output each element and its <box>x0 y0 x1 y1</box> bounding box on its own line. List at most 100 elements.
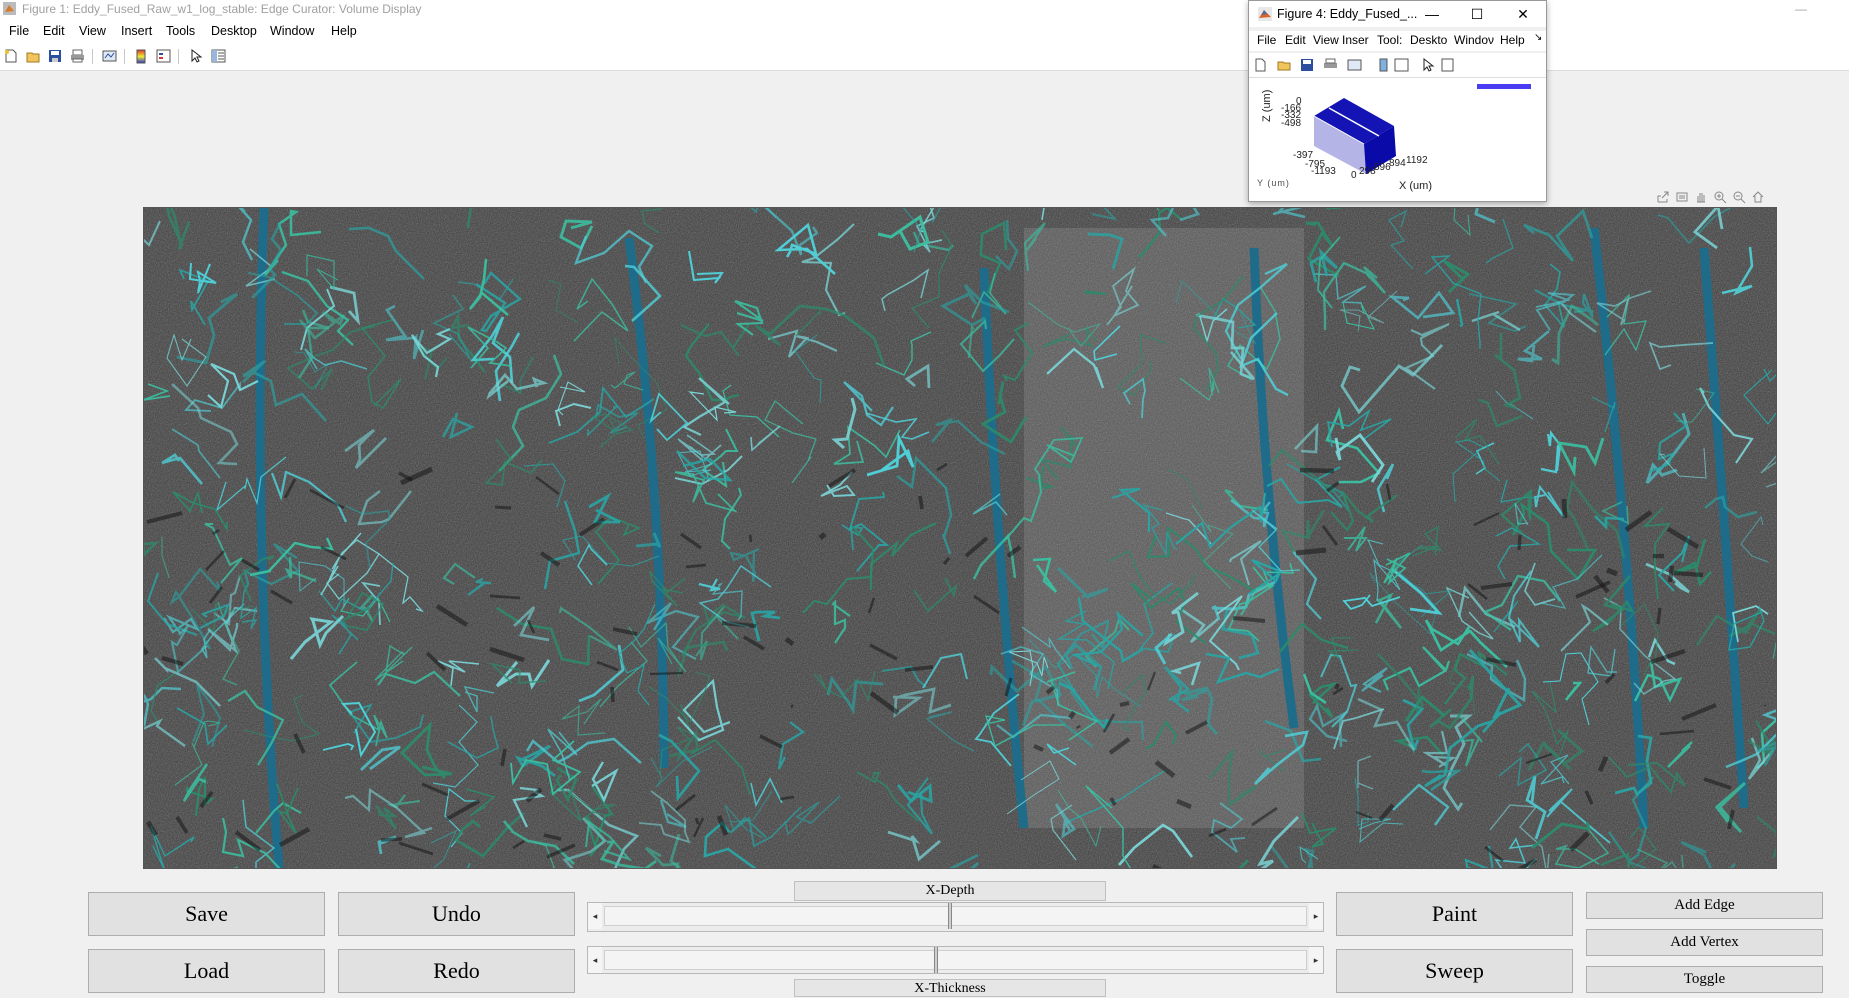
figure4-title: Figure 4: Eddy_Fused_... <box>1277 7 1418 21</box>
vessel-shadow <box>494 505 512 510</box>
y-axis-label: Y (um) <box>1257 178 1290 188</box>
figure4-axes[interactable]: Z (um) 0 -166 -332 -498 -397 -795 -1193 … <box>1249 78 1546 201</box>
vessel-shadow <box>694 817 700 825</box>
vessel-shadow <box>1295 547 1327 556</box>
paint-button[interactable]: Paint <box>1336 892 1573 936</box>
menu-edit[interactable]: Edit <box>1285 33 1306 47</box>
menu-tools[interactable]: Tools <box>166 24 195 38</box>
menu-desktop[interactable]: Desktop <box>211 24 257 38</box>
colorbar-icon[interactable] <box>133 48 149 64</box>
figure-toolbar <box>0 44 1849 71</box>
vessel-shadow <box>1561 498 1568 519</box>
menu-help[interactable]: Help <box>331 24 357 38</box>
volume-image-display[interactable] <box>143 207 1777 869</box>
zoom-out-icon[interactable] <box>1730 188 1748 206</box>
tissue-noise <box>144 208 1776 868</box>
vessel-shadow <box>1334 683 1340 690</box>
figure4-toolbar-icons[interactable] <box>1254 58 1454 72</box>
figure4-titlebar: Figure 4: Eddy_Fused_... — ☐ ✕ <box>1249 1 1546 27</box>
add-vertex-button[interactable]: Add Vertex <box>1586 929 1823 956</box>
home-icon[interactable] <box>1749 188 1767 206</box>
menu-help[interactable]: Help <box>1500 33 1525 47</box>
save-icon[interactable] <box>47 48 63 64</box>
export-icon[interactable] <box>1654 188 1672 206</box>
slider-track[interactable] <box>604 950 1307 970</box>
window-titlebar: Figure 1: Eddy_Fused_Raw_w1_log_stable: … <box>0 0 1849 20</box>
zoom-in-icon[interactable] <box>1711 188 1729 206</box>
matlab-app-icon <box>3 2 16 15</box>
vessel-shadow <box>1656 607 1662 625</box>
menu-insert[interactable]: Insert <box>121 24 152 38</box>
slider-thumb[interactable] <box>948 903 953 929</box>
menubar: File Edit View Insert Tools Desktop Wind… <box>0 20 1849 44</box>
new-figure-icon[interactable] <box>3 48 19 64</box>
undo-button[interactable]: Undo <box>338 892 575 936</box>
toolbar-separator <box>178 49 179 64</box>
menu-edit[interactable]: Edit <box>43 24 65 38</box>
link-plot-icon[interactable] <box>101 48 117 64</box>
vessel-shadow <box>380 837 403 842</box>
vessel-shadow <box>610 686 615 703</box>
vessel-shadow <box>1673 570 1704 578</box>
figure4-toolbar <box>1249 53 1546 78</box>
toolbar-separator <box>92 49 93 64</box>
vessel-overlay-image <box>144 208 1776 868</box>
maximize-icon[interactable]: ☐ <box>1464 4 1490 24</box>
print-icon[interactable] <box>69 48 85 64</box>
minimize-icon[interactable]: — <box>1419 4 1445 24</box>
slider-left-arrow-icon[interactable]: ◂ <box>588 903 602 929</box>
vessel-shadow <box>1667 565 1675 583</box>
legend-bar <box>1477 84 1531 89</box>
vessel-shadow <box>790 704 794 708</box>
save-button[interactable]: Save <box>88 892 325 936</box>
vessel-shadow <box>649 671 684 676</box>
matlab-app-icon <box>1258 7 1272 21</box>
vessel-shadow <box>918 495 924 510</box>
menu-desktop[interactable]: Deskto <box>1410 33 1447 47</box>
x-tick: 894 <box>1389 158 1406 169</box>
menu-window[interactable]: Windoν <box>1454 33 1494 47</box>
slider-left-arrow-icon[interactable]: ◂ <box>588 947 602 973</box>
property-inspector-icon[interactable] <box>210 48 226 64</box>
pan-icon[interactable] <box>1692 188 1710 206</box>
x-tick: 0 <box>1351 170 1357 181</box>
slider-thumb[interactable] <box>934 947 939 973</box>
vessel-shadow <box>1299 467 1335 474</box>
vessel-shadow <box>1517 534 1522 551</box>
x-tick: 1192 <box>1406 155 1428 166</box>
z-axis-label: Z (um) <box>1261 89 1273 122</box>
figure4-window[interactable]: Figure 4: Eddy_Fused_... — ☐ ✕ File Edit… <box>1248 0 1547 202</box>
add-edge-button[interactable]: Add Edge <box>1586 892 1823 919</box>
x-depth-slider[interactable]: ◂ ▸ <box>587 902 1324 932</box>
x-thickness-slider[interactable]: ◂ ▸ <box>587 946 1324 974</box>
toggle-button[interactable]: Toggle <box>1586 966 1823 993</box>
brush-icon[interactable] <box>1673 188 1691 206</box>
y-tick: -1193 <box>1311 166 1336 177</box>
pointer-icon[interactable] <box>188 48 204 64</box>
menu-view[interactable]: View <box>1313 33 1339 47</box>
menu-view[interactable]: View <box>79 24 106 38</box>
vessel-shadow <box>748 534 753 543</box>
minimize-button[interactable]: — <box>1786 0 1816 20</box>
open-icon[interactable] <box>25 48 41 64</box>
menu-overflow-icon[interactable]: ↘ <box>1534 32 1542 43</box>
sweep-button[interactable]: Sweep <box>1336 949 1573 993</box>
vessel-shadow <box>1119 700 1130 708</box>
legend-icon[interactable] <box>155 48 171 64</box>
menu-window[interactable]: Window <box>270 24 314 38</box>
slider-right-arrow-icon[interactable]: ▸ <box>1309 947 1323 973</box>
figure4-menubar: File Edit View Inser Tool: Deskto Windoν… <box>1249 31 1546 51</box>
menu-file[interactable]: File <box>9 24 29 38</box>
close-icon[interactable]: ✕ <box>1510 4 1536 24</box>
menu-file[interactable]: File <box>1257 33 1276 47</box>
z-tick: -498 <box>1281 118 1302 129</box>
slider-track[interactable] <box>604 906 1307 926</box>
load-button[interactable]: Load <box>88 949 325 993</box>
slider-right-arrow-icon[interactable]: ▸ <box>1309 903 1323 929</box>
redo-button[interactable]: Redo <box>338 949 575 993</box>
window-title: Figure 1: Eddy_Fused_Raw_w1_log_stable: … <box>22 2 422 16</box>
x-thickness-label: X-Thickness <box>794 979 1106 997</box>
toolbar-separator <box>124 49 125 64</box>
menu-tools[interactable]: Tool: <box>1377 33 1402 47</box>
menu-insert[interactable]: Inser <box>1342 33 1369 47</box>
